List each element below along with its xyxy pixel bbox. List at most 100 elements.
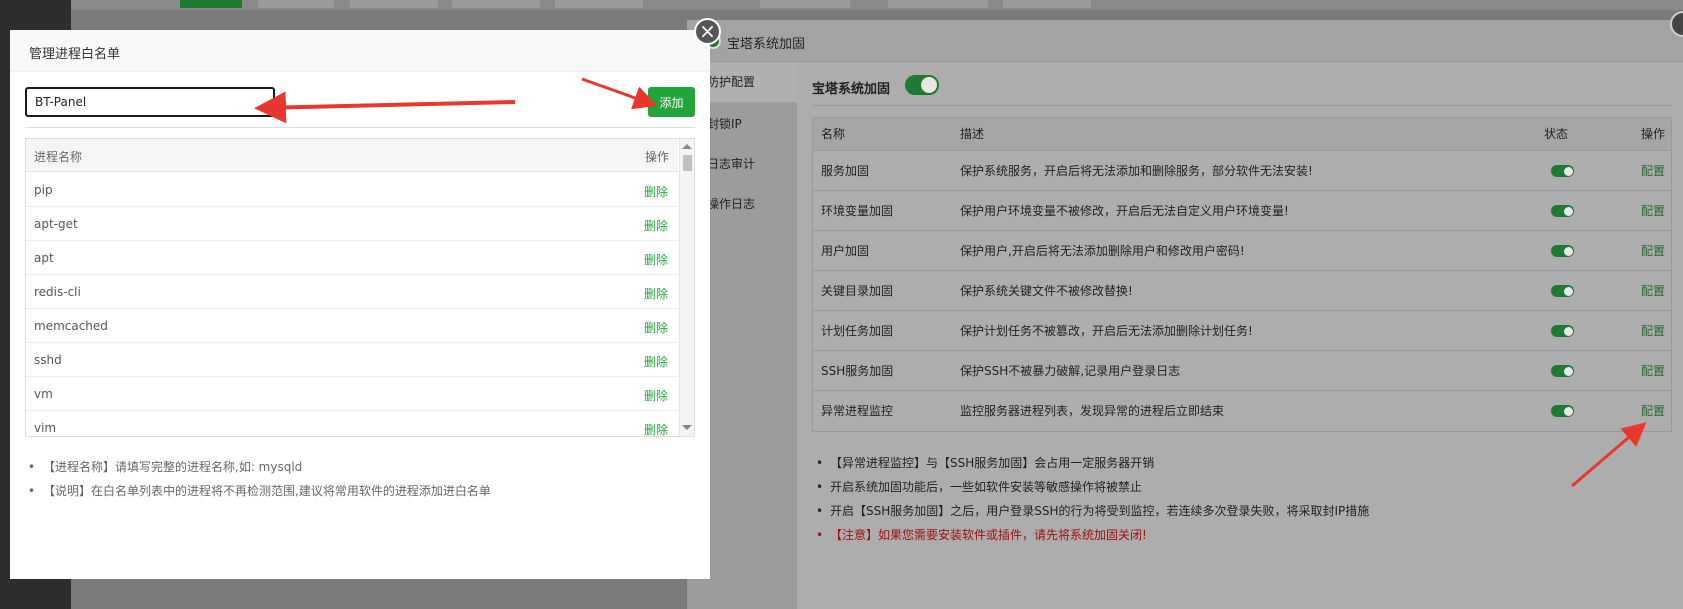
row-config-link[interactable]: 配置	[1641, 191, 1665, 231]
list-item: redis-cli 删除	[26, 275, 678, 309]
top-tab	[180, 0, 242, 8]
top-tab	[760, 0, 850, 8]
top-tab	[1003, 0, 1091, 8]
delete-link[interactable]: 删除	[644, 217, 668, 234]
row-config-link[interactable]: 配置	[1641, 151, 1665, 191]
row-desc: 保护SSH不被暴力破解,记录用户登录日志	[960, 364, 1181, 378]
row-desc: 监控服务器进程列表，发现异常的进程后立即结束	[960, 404, 1225, 418]
process-name: memcached	[34, 319, 108, 333]
process-name: vm	[34, 387, 53, 401]
row-status-toggle[interactable]	[1551, 165, 1574, 177]
col-status-header: 状态	[1544, 127, 1569, 141]
note-item: 开启【SSH服务加固】之后，用户登录SSH的行为将受到监控，若连续多次登录失败，…	[812, 499, 1672, 523]
list-item: memcached 删除	[26, 309, 678, 343]
list-header: 进程名称 操作	[26, 139, 678, 172]
row-name: SSH服务加固	[821, 364, 894, 378]
system-hardening-panel: 宝塔系统加固 防护配置 封锁IP 日志审计 操作日志 宝塔系统加固 名称 描述 …	[687, 20, 1683, 609]
add-button[interactable]: 添加	[648, 87, 695, 117]
list-item: apt-get 删除	[26, 207, 678, 241]
row-name: 用户加固	[821, 244, 870, 258]
table-row: SSH服务加固 保护SSH不被暴力破解,记录用户登录日志 配置	[813, 351, 1671, 391]
list-item: vim 删除	[26, 411, 678, 436]
process-name: apt-get	[34, 217, 78, 231]
row-status-toggle[interactable]	[1551, 245, 1574, 257]
list-scrollbar[interactable]	[679, 139, 694, 436]
process-name: pip	[34, 183, 53, 197]
table-row: 异常进程监控 监控服务器进程列表，发现异常的进程后立即结束 配置	[813, 391, 1671, 431]
main-hardening-toggle[interactable]	[905, 75, 939, 95]
delete-link[interactable]: 删除	[644, 387, 668, 404]
col-process-name-header: 进程名称	[34, 150, 83, 164]
row-config-link[interactable]: 配置	[1641, 271, 1665, 311]
row-status-toggle[interactable]	[1551, 205, 1574, 217]
main-hardening-label: 宝塔系统加固	[812, 82, 891, 97]
row-name: 关键目录加固	[821, 284, 894, 298]
table-row: 服务加固 保护系统服务，开启后将无法添加和删除服务，部分软件无法安装! 配置	[813, 151, 1671, 191]
process-name: vim	[34, 421, 57, 435]
delete-link[interactable]: 删除	[644, 319, 668, 336]
hardening-table: 名称 描述 状态 操作 服务加固 保护系统服务，开启后将无法添加和删除服务，部分…	[812, 117, 1672, 432]
list-item: pip 删除	[26, 173, 678, 207]
scroll-down-icon[interactable]	[682, 425, 692, 430]
process-name: apt	[34, 251, 54, 265]
top-tab	[350, 0, 438, 8]
help-notes: 【进程名称】请填写完整的进程名称,如: mysqld 【说明】在白名单列表中的进…	[25, 455, 695, 503]
row-status-toggle[interactable]	[1551, 405, 1574, 417]
side-item-operation-log[interactable]: 操作日志	[707, 195, 755, 212]
row-desc: 保护系统服务，开启后将无法添加和删除服务，部分软件无法安装!	[960, 164, 1313, 178]
row-status-toggle[interactable]	[1551, 365, 1574, 377]
row-config-link[interactable]: 配置	[1641, 351, 1665, 391]
process-name: redis-cli	[34, 285, 81, 299]
list-item: sshd 删除	[26, 343, 678, 377]
side-item-blocked-ip[interactable]: 封锁IP	[707, 115, 742, 132]
divider	[25, 127, 695, 128]
process-name: sshd	[34, 353, 62, 367]
row-status-toggle[interactable]	[1551, 325, 1574, 337]
row-status-toggle[interactable]	[1551, 285, 1574, 297]
row-config-link[interactable]: 配置	[1641, 391, 1665, 431]
modal-close-icon[interactable]: ×	[694, 18, 721, 45]
row-desc: 保护用户环境变量不被修改，开启后无法自定义用户环境变量!	[960, 204, 1289, 218]
col-name-header: 名称	[821, 127, 846, 141]
process-whitelist-modal: 管理进程白名单 添加 进程名称 操作 pip 删除 apt-get 删除 apt…	[10, 30, 710, 579]
col-action-header: 操作	[1641, 127, 1666, 141]
hardening-notes: 【异常进程监控】与【SSH服务加固】会占用一定服务器开销 开启系统加固功能后，一…	[812, 451, 1672, 547]
top-tab	[452, 0, 540, 8]
table-row: 用户加固 保护用户,开启后将无法添加删除用户和修改用户密码! 配置	[813, 231, 1671, 271]
row-name: 计划任务加固	[821, 324, 894, 338]
note-item: 开启系统加固功能后，一些如软件安装等敏感操作将被禁止	[812, 475, 1672, 499]
process-name-input[interactable]	[25, 87, 275, 117]
table-header-row: 名称 描述 状态 操作	[813, 118, 1671, 151]
modal-title: 管理进程白名单	[29, 47, 121, 62]
divider	[812, 105, 1672, 106]
row-desc: 保护计划任务不被篡改，开启后无法添加删除计划任务!	[960, 324, 1253, 338]
help-item: 【说明】在白名单列表中的进程将不再检测范围,建议将常用软件的进程添加进白名单	[25, 479, 695, 503]
delete-link[interactable]: 删除	[644, 251, 668, 268]
note-item: 【异常进程监控】与【SSH服务加固】会占用一定服务器开销	[812, 451, 1672, 475]
row-name: 环境变量加固	[821, 204, 894, 218]
scroll-up-icon[interactable]	[682, 144, 692, 149]
table-row: 计划任务加固 保护计划任务不被篡改，开启后无法添加删除计划任务! 配置	[813, 311, 1671, 351]
process-list: 进程名称 操作 pip 删除 apt-get 删除 apt 删除 redis-c…	[25, 138, 695, 437]
scroll-thumb[interactable]	[683, 155, 692, 171]
delete-link[interactable]: 删除	[644, 421, 668, 436]
help-item: 【进程名称】请填写完整的进程名称,如: mysqld	[25, 455, 695, 479]
panel-header: 宝塔系统加固	[687, 20, 1683, 62]
modal-header: 管理进程白名单	[10, 30, 710, 72]
delete-link[interactable]: 删除	[644, 183, 668, 200]
row-config-link[interactable]: 配置	[1641, 311, 1665, 351]
list-item: apt 删除	[26, 241, 678, 275]
top-tab	[258, 0, 334, 8]
top-tab	[555, 0, 643, 8]
col-action-header: 操作	[645, 150, 670, 164]
side-item-log-audit[interactable]: 日志审计	[707, 155, 755, 172]
delete-link[interactable]: 删除	[644, 353, 668, 370]
table-row: 环境变量加固 保护用户环境变量不被修改，开启后无法自定义用户环境变量! 配置	[813, 191, 1671, 231]
row-desc: 保护用户,开启后将无法添加删除用户和修改用户密码!	[960, 244, 1245, 258]
row-name: 服务加固	[821, 164, 870, 178]
row-config-link[interactable]: 配置	[1641, 231, 1665, 271]
top-tab	[888, 0, 988, 8]
delete-link[interactable]: 删除	[644, 285, 668, 302]
row-desc: 保护系统关键文件不被修改替换!	[960, 284, 1133, 298]
row-name: 异常进程监控	[821, 404, 894, 418]
